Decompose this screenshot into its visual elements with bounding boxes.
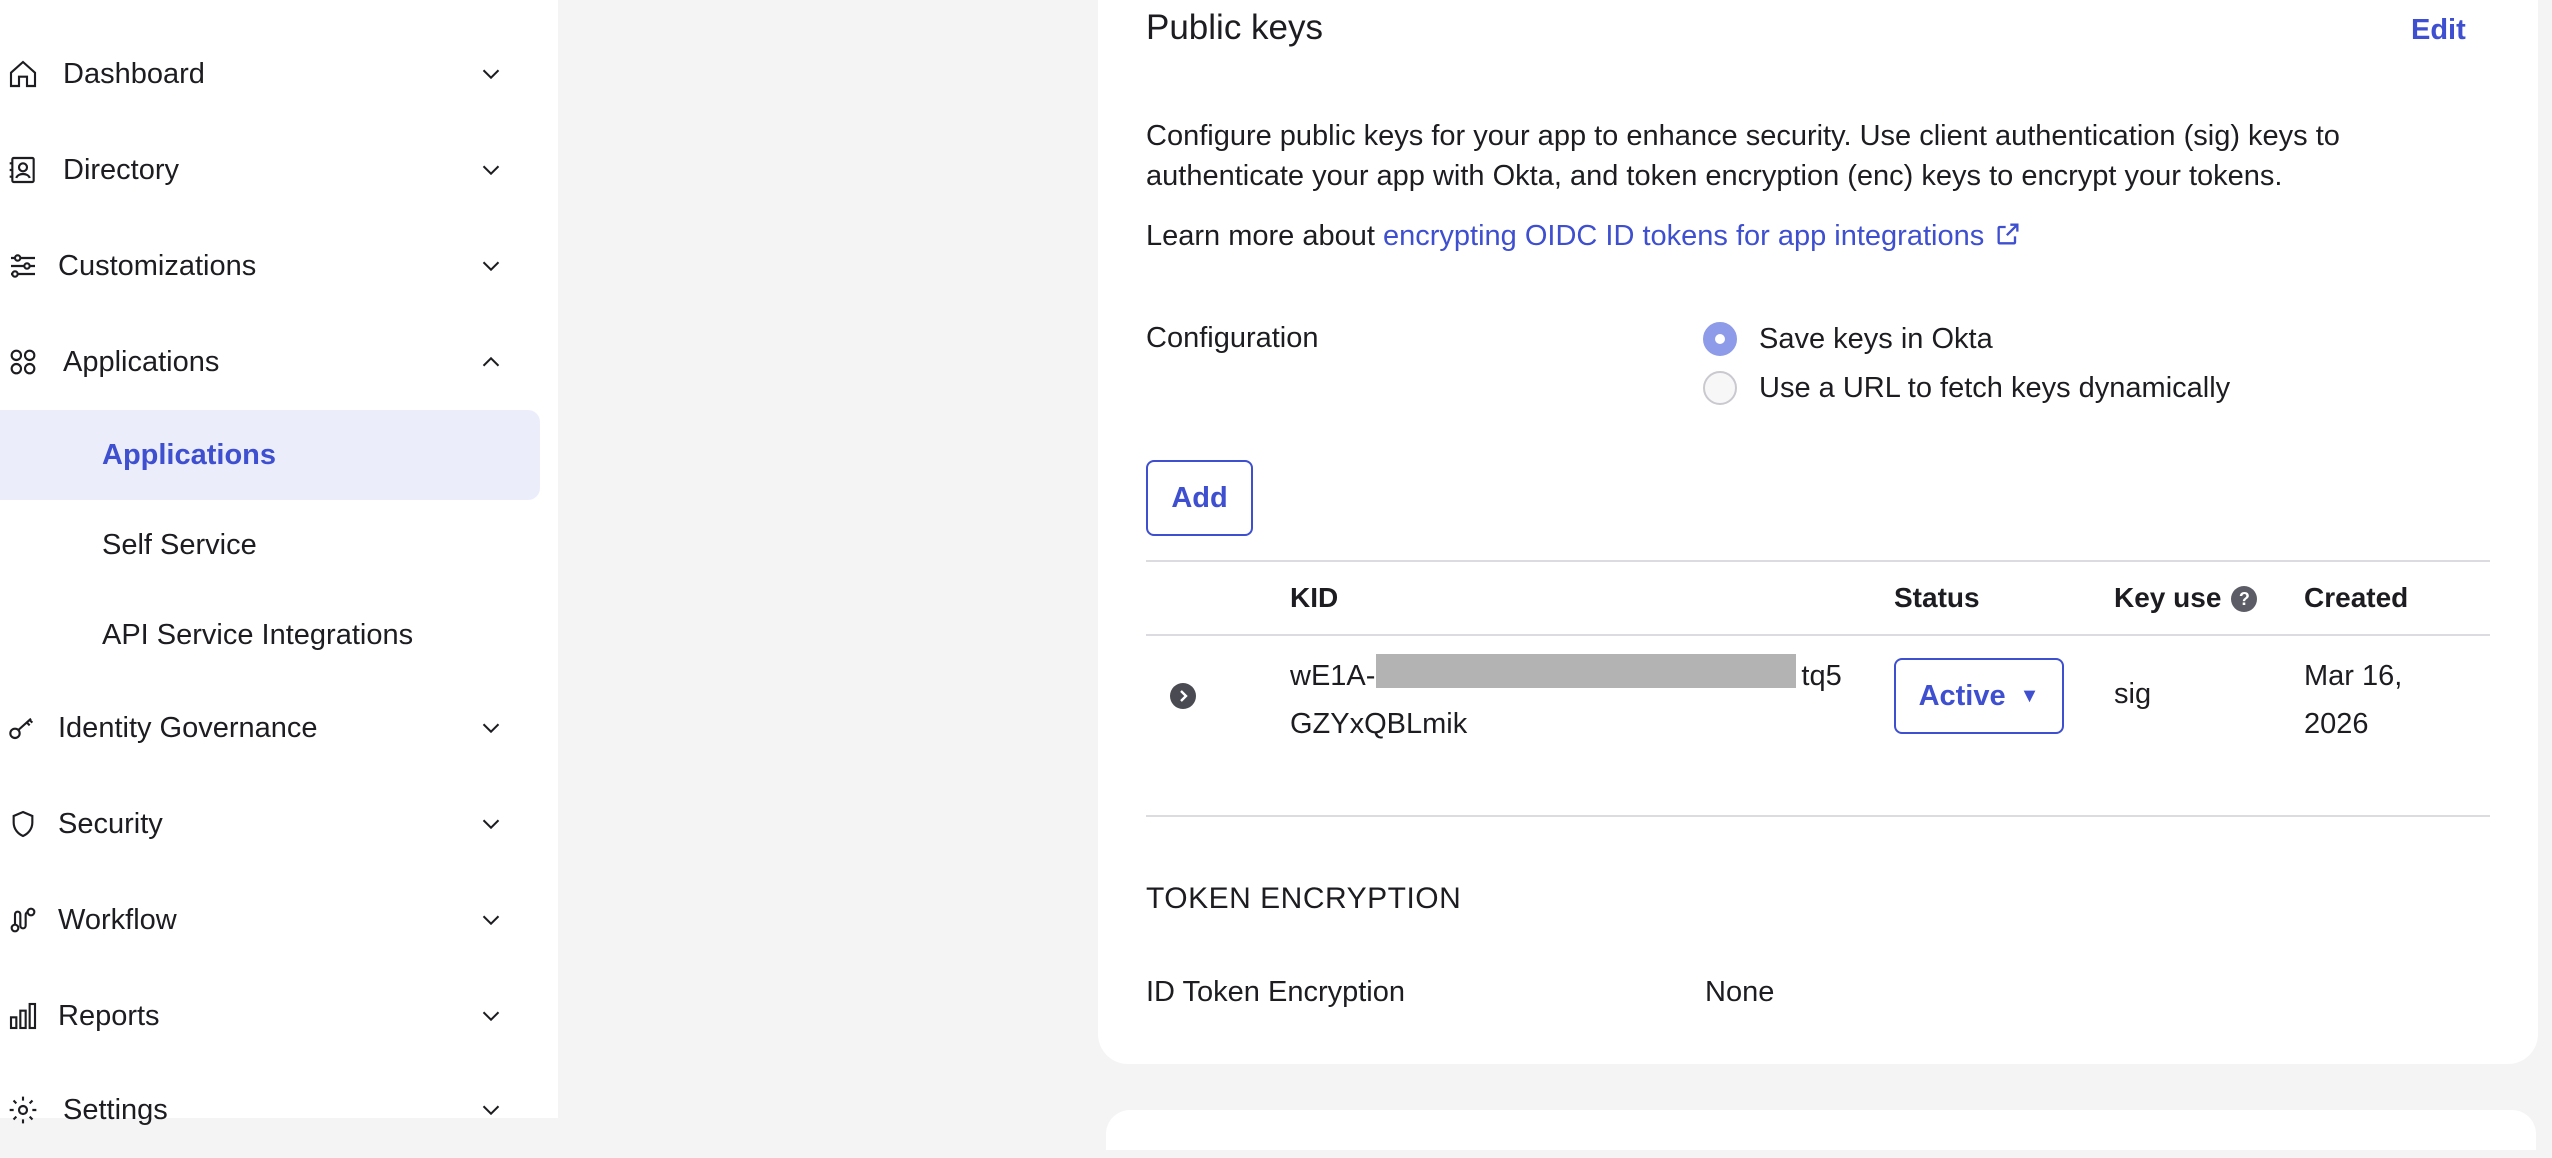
help-icon[interactable]: ? — [2231, 586, 2258, 612]
divider — [1146, 634, 2490, 636]
id-token-encryption-label: ID Token Encryption — [1146, 976, 1405, 1008]
divider — [1146, 815, 2490, 817]
nav-workflow-label: Workflow — [58, 903, 177, 936]
radio-unchecked-icon[interactable] — [1703, 371, 1737, 405]
add-button[interactable]: Add — [1146, 460, 1253, 536]
nav-identity-governance-label: Identity Governance — [58, 711, 318, 744]
edit-button[interactable]: Edit — [2411, 14, 2466, 47]
radio-label: Save keys in Okta — [1759, 322, 1993, 355]
nav-settings-label: Settings — [63, 1093, 168, 1126]
nav-directory-label: Directory — [63, 153, 180, 186]
id-token-encryption-value: None — [1705, 976, 1775, 1008]
sidebar: Dashboard Directory Customizations Appli… — [0, 0, 558, 1126]
sidebar-item-self-service[interactable]: Self Service — [0, 500, 540, 590]
redacted-block — [1376, 654, 1796, 688]
column-header-created: Created — [2304, 582, 2409, 613]
kid-end: tq5 — [1801, 660, 1842, 692]
section-title: Public keys — [1146, 8, 1324, 47]
learn-more: Learn more about encrypting OIDC ID toke… — [1146, 220, 2022, 253]
radio-use-url[interactable]: Use a URL to fetch keys dynamically — [1703, 371, 2230, 405]
radio-checked-icon[interactable] — [1703, 322, 1737, 356]
chevron-down-icon — [476, 59, 506, 89]
nav-reports[interactable]: Reports — [0, 968, 540, 1064]
radio-save-keys-in-okta[interactable]: Save keys in Okta — [1703, 322, 1993, 356]
learn-more-prefix: Learn more about — [1146, 220, 1383, 252]
key-use-value: sig — [2114, 678, 2152, 710]
sidebar-item-label: Self Service — [102, 528, 257, 561]
status-label: Active — [1918, 679, 2006, 712]
radio-label: Use a URL to fetch keys dynamically — [1759, 371, 2231, 404]
learn-more-link[interactable]: encrypting OIDC ID tokens for app integr… — [1383, 220, 2022, 252]
created-value: Mar 16, 2026 — [2304, 652, 2464, 748]
shield-icon — [6, 807, 40, 841]
column-header-kid: KID — [1290, 582, 1339, 613]
sidebar-item-label: Applications — [102, 438, 277, 471]
created-line-2: 2026 — [2304, 708, 2369, 740]
column-header-status: Status — [1894, 582, 1980, 613]
sliders-icon — [6, 249, 40, 283]
home-icon — [6, 57, 40, 91]
workflow-icon — [6, 903, 40, 937]
nav-security-label: Security — [58, 807, 163, 840]
nav-security[interactable]: Security — [0, 776, 540, 872]
chevron-down-icon — [476, 251, 506, 281]
nav-dashboard[interactable]: Dashboard — [0, 26, 540, 122]
nav-dashboard-label: Dashboard — [63, 57, 205, 90]
expand-row-icon[interactable] — [1170, 683, 1196, 709]
nav-reports-label: Reports — [58, 999, 160, 1032]
chart-icon — [6, 999, 40, 1033]
nav-applications-label: Applications — [63, 345, 220, 378]
chevron-down-icon — [476, 155, 506, 185]
directory-icon — [6, 153, 40, 187]
nav-directory[interactable]: Directory — [0, 122, 540, 218]
sidebar-item-applications[interactable]: Applications — [0, 410, 540, 500]
external-link-icon — [1994, 220, 2022, 248]
caret-down-icon: ▼ — [2019, 684, 2040, 707]
nav-applications[interactable]: Applications — [0, 314, 540, 410]
chevron-up-icon — [476, 347, 506, 377]
column-header-key-use: Key use? — [2114, 582, 2258, 614]
chevron-down-icon — [476, 1001, 506, 1031]
created-line-1: Mar 16, — [2304, 660, 2403, 692]
description: Configure public keys for your app to en… — [1146, 120, 2340, 192]
column-header-key-use-label: Key use — [2114, 582, 2222, 613]
gear-icon — [6, 1093, 40, 1127]
configuration-label: Configuration — [1146, 322, 1319, 354]
sidebar-item-label: API Service Integrations — [102, 618, 414, 651]
nav-workflow[interactable]: Workflow — [0, 872, 540, 968]
next-card — [1106, 1110, 2536, 1150]
token-encryption-title: TOKEN ENCRYPTION — [1146, 882, 1462, 915]
key-icon — [6, 711, 40, 745]
grid-icon — [6, 345, 40, 379]
learn-more-link-text: encrypting OIDC ID tokens for app integr… — [1382, 220, 1985, 252]
nav-settings[interactable]: Settings — [0, 1062, 540, 1158]
divider — [1146, 560, 2490, 562]
chevron-down-icon — [476, 1095, 506, 1125]
kid-line-2: GZYxQBLmik — [1290, 708, 1468, 740]
sidebar-item-api-service-integrations[interactable]: API Service Integrations — [0, 590, 540, 680]
chevron-down-icon — [476, 905, 506, 935]
nav-customizations-label: Customizations — [58, 249, 257, 282]
chevron-down-icon — [476, 713, 506, 743]
kid-start: wE1A- — [1290, 660, 1376, 692]
nav-customizations[interactable]: Customizations — [0, 218, 540, 314]
status-dropdown[interactable]: Active ▼ — [1894, 658, 2064, 734]
nav-identity-governance[interactable]: Identity Governance — [0, 680, 540, 776]
chevron-down-icon — [476, 809, 506, 839]
